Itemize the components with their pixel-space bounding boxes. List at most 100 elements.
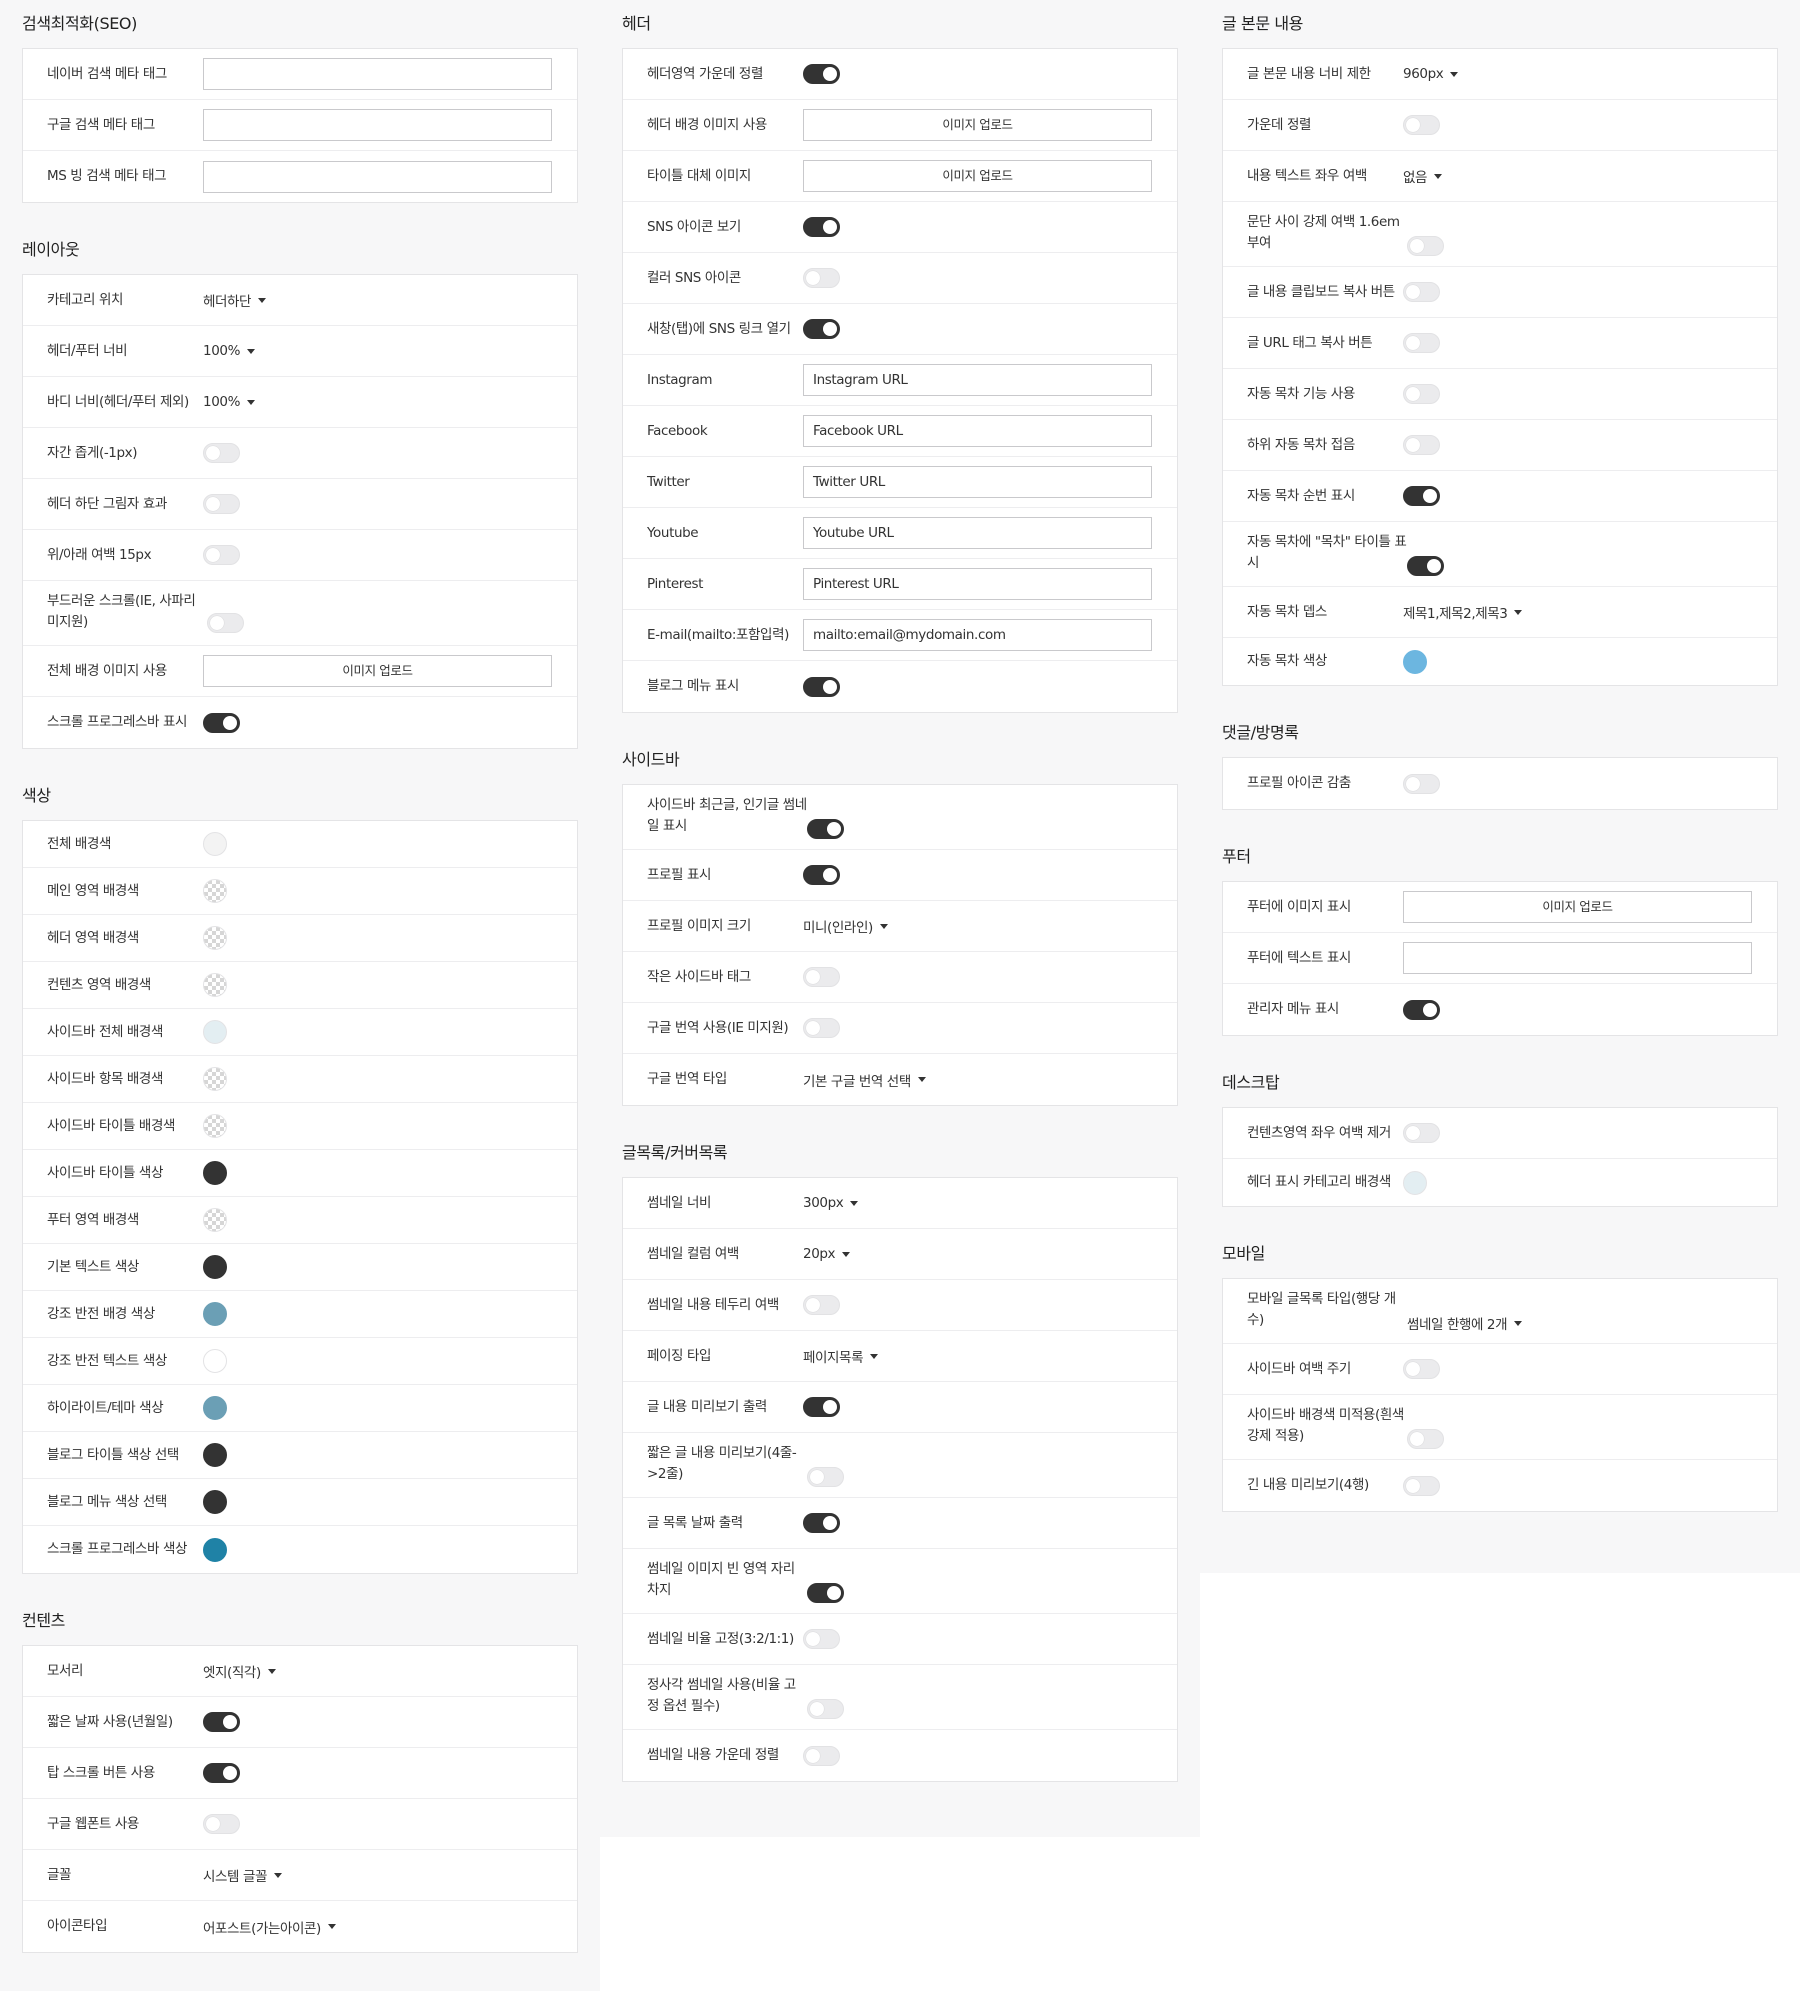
profile-row: 프로필 표시 bbox=[623, 850, 1177, 901]
profile-toggle[interactable] bbox=[803, 865, 840, 885]
sns-icon-toggle[interactable] bbox=[803, 217, 840, 237]
thumb-width-dropdown[interactable]: 300px bbox=[803, 1195, 859, 1211]
pinterest-url-input[interactable]: Pinterest URL bbox=[803, 568, 1152, 600]
scroll-progress-toggle[interactable] bbox=[203, 712, 240, 733]
color-swatch[interactable] bbox=[1403, 649, 1427, 674]
row-label: 썸네일 비율 고정(3:2/1:1) bbox=[647, 1630, 794, 1647]
row-label: 아이콘타입 bbox=[47, 1918, 108, 1934]
sidebar-bg-toggle[interactable] bbox=[1407, 1429, 1444, 1449]
row-label: 블로그 타이틀 색상 선택 bbox=[47, 1446, 179, 1463]
font-dropdown[interactable]: 시스템 글꼴 bbox=[203, 1865, 282, 1885]
upload-image-button[interactable]: 이미지 업로드 bbox=[203, 655, 552, 687]
row-label: 썸네일 내용 테두리 여백 bbox=[647, 1296, 779, 1313]
bing-meta-input[interactable] bbox=[203, 160, 552, 193]
row-label: 사이드바 최근글, 인기글 썸네일 표시 bbox=[647, 797, 807, 834]
color-swatch[interactable] bbox=[203, 1396, 227, 1420]
google-translate-toggle[interactable] bbox=[803, 1018, 840, 1038]
color-swatch[interactable] bbox=[1403, 1170, 1427, 1195]
row-label: 자동 목차에 "목차" 타이틀 표시 bbox=[1247, 534, 1407, 571]
hide-icon-toggle[interactable] bbox=[1403, 773, 1440, 794]
row-label: 하위 자동 목차 접음 bbox=[1247, 436, 1355, 453]
thumb-column-dropdown[interactable]: 20px bbox=[803, 1246, 851, 1262]
color-swatch[interactable] bbox=[203, 1302, 227, 1326]
color-swatch[interactable] bbox=[203, 1537, 227, 1562]
blog-menu-toggle[interactable] bbox=[803, 676, 840, 697]
ratio-toggle[interactable] bbox=[803, 1629, 840, 1649]
color-swatch[interactable] bbox=[203, 879, 227, 903]
google-meta-input[interactable] bbox=[203, 109, 552, 141]
smooth-scroll-toggle[interactable] bbox=[207, 613, 244, 633]
clipboard-toggle[interactable] bbox=[1403, 282, 1440, 302]
letter-spacing-toggle[interactable] bbox=[203, 443, 240, 463]
small-tag-toggle[interactable] bbox=[803, 967, 840, 987]
paragraph-margin-toggle[interactable] bbox=[1407, 236, 1444, 256]
color-swatch[interactable] bbox=[203, 1208, 227, 1232]
thumb-center-toggle[interactable] bbox=[803, 1745, 840, 1766]
profile-size-dropdown[interactable]: 미니(인라인) bbox=[803, 916, 888, 936]
square-toggle[interactable] bbox=[807, 1699, 844, 1719]
preview-toggle[interactable] bbox=[803, 1397, 840, 1417]
webfont-toggle[interactable] bbox=[203, 1814, 240, 1834]
corner-dropdown[interactable]: 엣지(직각) bbox=[203, 1661, 276, 1681]
short-preview-toggle[interactable] bbox=[807, 1467, 844, 1487]
top-scroll-toggle[interactable] bbox=[203, 1763, 240, 1783]
header-center-toggle[interactable] bbox=[803, 64, 840, 84]
color-swatch[interactable] bbox=[203, 1114, 227, 1138]
color-swatch[interactable] bbox=[203, 832, 227, 856]
vertical-margin-toggle[interactable] bbox=[203, 545, 240, 565]
long-preview-toggle[interactable] bbox=[1403, 1475, 1440, 1496]
upload-image-button[interactable]: 이미지 업로드 bbox=[803, 160, 1152, 192]
color-sns-toggle[interactable] bbox=[803, 268, 840, 288]
paging-dropdown[interactable]: 페이지목록 bbox=[803, 1346, 879, 1366]
remove-margin-toggle[interactable] bbox=[1403, 1123, 1440, 1143]
instagram-url-input[interactable]: Instagram URL bbox=[803, 364, 1152, 396]
color-swatch[interactable] bbox=[203, 973, 227, 997]
twitter-url-input[interactable]: Twitter URL bbox=[803, 466, 1152, 498]
color-swatch[interactable] bbox=[203, 1067, 227, 1091]
color-swatch[interactable] bbox=[203, 1349, 227, 1373]
sidebar-thumb-toggle[interactable] bbox=[807, 819, 844, 839]
category-position-dropdown[interactable]: 헤더하단 bbox=[203, 290, 267, 310]
short-date-toggle[interactable] bbox=[203, 1712, 240, 1732]
toc-toggle[interactable] bbox=[1403, 384, 1440, 404]
header-shadow-toggle[interactable] bbox=[203, 494, 240, 514]
header-footer-width-dropdown[interactable]: 100% bbox=[203, 343, 255, 359]
toc-sub-toggle[interactable] bbox=[1403, 435, 1440, 455]
sidebar-margin-toggle[interactable] bbox=[1403, 1359, 1440, 1379]
color-swatch[interactable] bbox=[203, 1020, 227, 1044]
color-swatch[interactable] bbox=[203, 1443, 227, 1467]
upload-image-button[interactable]: 이미지 업로드 bbox=[803, 109, 1152, 141]
color-swatch[interactable] bbox=[203, 926, 227, 950]
mobile-list-type-dropdown[interactable]: 썸네일 한행에 2개 bbox=[1407, 1313, 1523, 1333]
list-date-row: 글 목록 날짜 출력 bbox=[623, 1498, 1177, 1549]
body-width-dropdown[interactable]: 100% bbox=[203, 394, 255, 410]
toc-title-toggle[interactable] bbox=[1407, 556, 1444, 576]
translate-type-dropdown[interactable]: 기본 구글 번역 선택 bbox=[803, 1070, 926, 1090]
body-center-toggle[interactable] bbox=[1403, 115, 1440, 135]
color-swatch[interactable] bbox=[203, 1490, 227, 1514]
youtube-url-input[interactable]: Youtube URL bbox=[803, 517, 1152, 549]
seo-panel: 네이버 검색 메타 태그 구글 검색 메타 태그 MS 빙 검색 메타 태그 bbox=[22, 48, 578, 203]
body-padding-dropdown[interactable]: 없음 bbox=[1403, 166, 1443, 186]
empty-space-toggle[interactable] bbox=[807, 1583, 844, 1603]
email-input[interactable]: mailto:email@mydomain.com bbox=[803, 619, 1152, 651]
footer-text-input[interactable] bbox=[1403, 942, 1752, 974]
list-date-toggle[interactable] bbox=[803, 1513, 840, 1533]
color-swatch[interactable] bbox=[203, 1255, 227, 1279]
caret-down-icon bbox=[247, 348, 255, 354]
toc-depth-dropdown[interactable]: 제목1,제목2,제목3 bbox=[1403, 602, 1523, 622]
icon-type-dropdown[interactable]: 어포스트(가는아이콘) bbox=[203, 1917, 336, 1937]
naver-meta-input[interactable] bbox=[203, 58, 552, 90]
new-tab-row: 새창(탭)에 SNS 링크 열기 bbox=[623, 304, 1177, 355]
facebook-url-input[interactable]: Facebook URL bbox=[803, 415, 1152, 447]
url-tag-toggle[interactable] bbox=[1403, 333, 1440, 353]
color-swatch[interactable] bbox=[203, 1161, 227, 1185]
toc-num-toggle[interactable] bbox=[1403, 486, 1440, 506]
admin-menu-toggle[interactable] bbox=[1403, 999, 1440, 1020]
new-tab-toggle[interactable] bbox=[803, 319, 840, 339]
thumb-border-toggle[interactable] bbox=[803, 1295, 840, 1315]
row-label: 썸네일 이미지 빈 영역 자리 차지 bbox=[647, 1561, 795, 1598]
upload-image-button[interactable]: 이미지 업로드 bbox=[1403, 891, 1752, 923]
body-width-dropdown[interactable]: 960px bbox=[1403, 66, 1459, 82]
row-label: 관리자 메뉴 표시 bbox=[1247, 1001, 1339, 1017]
